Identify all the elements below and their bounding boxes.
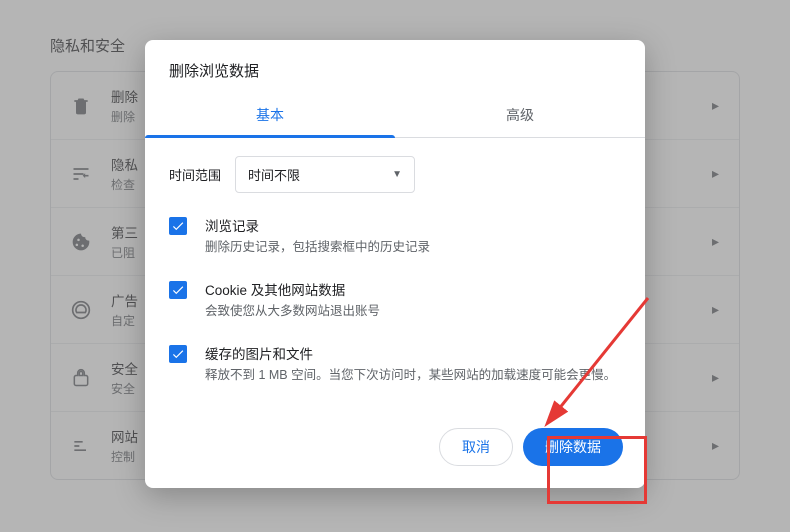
dialog-title: 删除浏览数据 <box>145 40 645 93</box>
check-item-history: 浏览记录 删除历史记录，包括搜索框中的历史记录 <box>169 215 621 257</box>
chevron-down-icon: ▼ <box>392 169 402 180</box>
check-item-cache: 缓存的图片和文件 释放不到 1 MB 空间。当您下次访问时，某些网站的加载速度可… <box>169 343 621 385</box>
time-range-value: 时间不限 <box>248 165 300 184</box>
dialog-body: 时间范围 时间不限 ▼ 浏览记录 删除历史记录，包括搜索框中的历史记录 Cook… <box>145 138 645 414</box>
modal-overlay: 删除浏览数据 基本 高级 时间范围 时间不限 ▼ 浏览记录 删除历史记录，包括搜… <box>0 0 790 532</box>
check-item-cookies: Cookie 及其他网站数据 会致使您从大多数网站退出账号 <box>169 279 621 321</box>
cancel-button[interactable]: 取消 <box>439 428 513 466</box>
time-range-select[interactable]: 时间不限 ▼ <box>235 156 415 193</box>
check-desc: 删除历史记录，包括搜索框中的历史记录 <box>205 238 621 257</box>
check-title: 浏览记录 <box>205 215 621 235</box>
confirm-delete-button[interactable]: 删除数据 <box>523 428 623 466</box>
check-title: 缓存的图片和文件 <box>205 343 621 363</box>
time-range-label: 时间范围 <box>169 165 221 184</box>
clear-data-dialog: 删除浏览数据 基本 高级 时间范围 时间不限 ▼ 浏览记录 删除历史记录，包括搜… <box>145 40 645 488</box>
checkbox-cookies[interactable] <box>169 281 187 299</box>
tab-advanced[interactable]: 高级 <box>395 93 645 137</box>
dialog-tabs: 基本 高级 <box>145 93 645 138</box>
check-title: Cookie 及其他网站数据 <box>205 279 621 299</box>
dialog-actions: 取消 删除数据 <box>145 414 645 488</box>
checkbox-cache[interactable] <box>169 345 187 363</box>
check-desc: 释放不到 1 MB 空间。当您下次访问时，某些网站的加载速度可能会更慢。 <box>205 366 621 385</box>
time-range-row: 时间范围 时间不限 ▼ <box>169 156 621 193</box>
checkbox-history[interactable] <box>169 217 187 235</box>
check-desc: 会致使您从大多数网站退出账号 <box>205 302 621 321</box>
tab-basic[interactable]: 基本 <box>145 93 395 137</box>
